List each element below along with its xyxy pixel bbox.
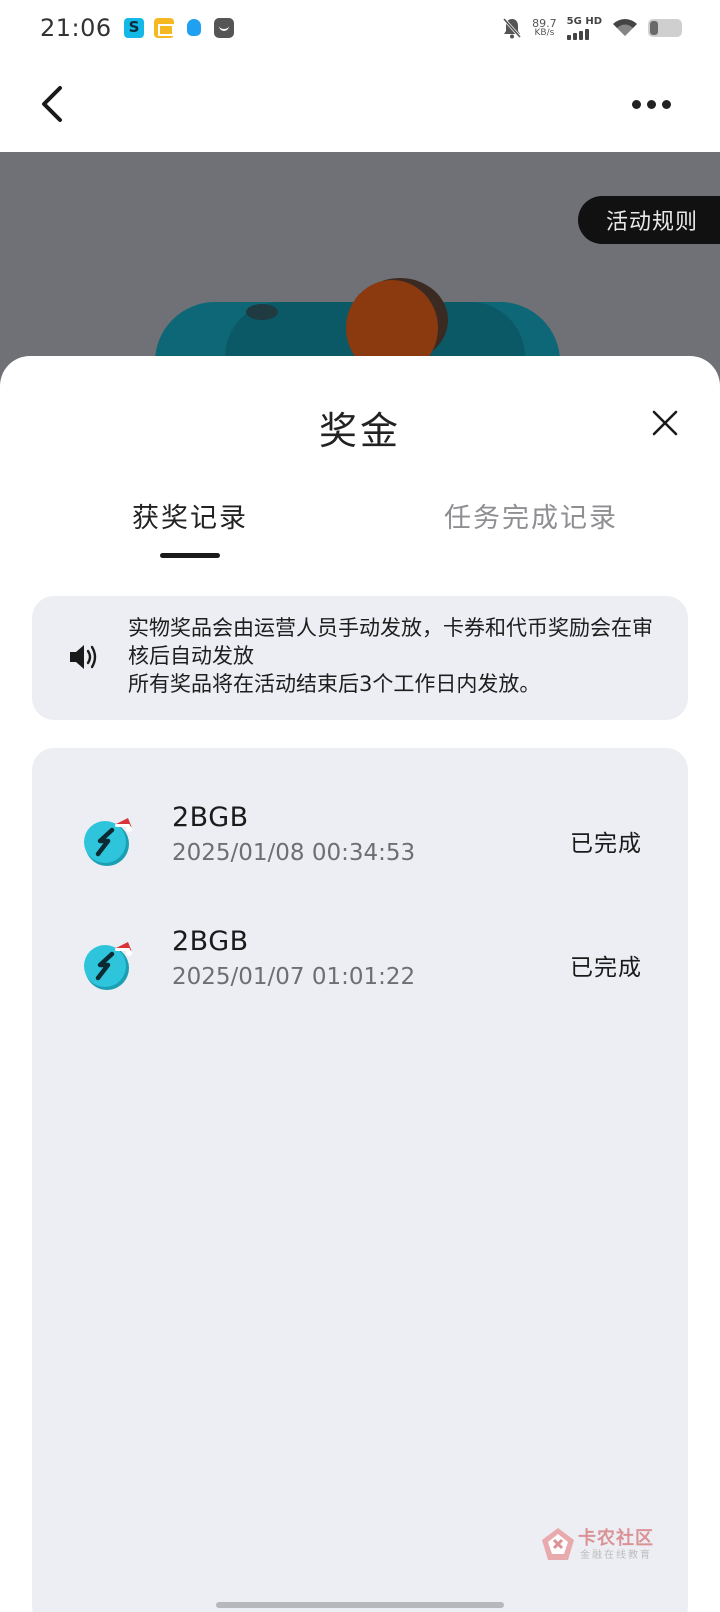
bell-mute-icon <box>503 18 522 39</box>
notification-icons <box>123 18 234 38</box>
record-row[interactable]: 2BGB 2025/01/07 01:01:22 已完成 <box>32 912 688 1012</box>
record-time: 2025/01/08 00:34:53 <box>172 840 416 866</box>
rewards-sheet: 奖金 获奖记录 任务完成记录 实物奖品会由运营人员手动发放，卡券和代币奖励会在审… <box>0 356 720 1612</box>
coin-icon <box>84 942 133 990</box>
net-speed-unit: KB/s <box>534 28 555 38</box>
record-row[interactable]: 2BGB 2025/01/08 00:34:53 已完成 <box>32 788 688 888</box>
active-tab-indicator <box>160 553 220 558</box>
qq-icon <box>184 18 204 38</box>
watermark: 卡农社区 金融在线教育 <box>540 1526 658 1566</box>
record-name: 2BGB <box>172 802 249 833</box>
watermark-subtitle: 金融在线教育 <box>580 1550 652 1561</box>
wifi-icon <box>613 19 637 36</box>
cell-signal: 5G HD <box>566 15 602 40</box>
system-indicators: 89.7 KB/s 5G HD <box>502 15 682 40</box>
net-speed: 89.7 KB/s <box>532 18 557 38</box>
home-indicator[interactable] <box>216 1602 504 1608</box>
watermark-logo-icon <box>542 1528 574 1560</box>
close-icon[interactable] <box>650 408 680 438</box>
notice-text: 实物奖品会由运营人员手动发放，卡券和代币奖励会在审核后自动发放 所有奖品将在活动… <box>128 614 668 698</box>
coin-icon <box>84 818 133 866</box>
speaker-icon <box>70 645 97 669</box>
status-time: 21:06 <box>40 14 112 42</box>
notice-line-2: 所有奖品将在活动结束后3个工作日内发放。 <box>128 672 541 696</box>
top-nav <box>0 56 720 152</box>
battery-icon <box>648 19 682 37</box>
signal-label: 5G HD <box>566 15 602 27</box>
tab-task-records[interactable]: 任务完成记录 <box>444 496 618 535</box>
signal-bars-icon <box>566 28 589 40</box>
rules-button[interactable]: 活动规则 <box>577 196 720 244</box>
record-status: 已完成 <box>570 955 642 981</box>
notice-banner: 实物奖品会由运营人员手动发放，卡券和代币奖励会在审核后自动发放 所有奖品将在活动… <box>32 596 688 720</box>
status-bar: 21:06 89.7 KB/s 5G HD <box>0 0 720 56</box>
record-time: 2025/01/07 01:01:22 <box>172 964 416 990</box>
app-s-icon <box>123 18 144 38</box>
mail-app-icon <box>153 18 174 38</box>
record-status: 已完成 <box>570 831 642 857</box>
reward-record-list: 2BGB 2025/01/08 00:34:53 已完成 2BGB 2025/0… <box>32 748 688 1612</box>
tab-reward-records[interactable]: 获奖记录 <box>132 496 248 535</box>
record-name: 2BGB <box>172 926 249 957</box>
sheet-title: 奖金 <box>318 409 401 453</box>
notice-line-1: 实物奖品会由运营人员手动发放，卡券和代币奖励会在审核后自动发放 <box>128 616 653 668</box>
more-dots-icon[interactable] <box>632 92 672 116</box>
record-tabs: 获奖记录 任务完成记录 <box>0 496 720 576</box>
shop-app-icon <box>213 18 234 38</box>
chevron-left-icon[interactable] <box>36 82 76 126</box>
